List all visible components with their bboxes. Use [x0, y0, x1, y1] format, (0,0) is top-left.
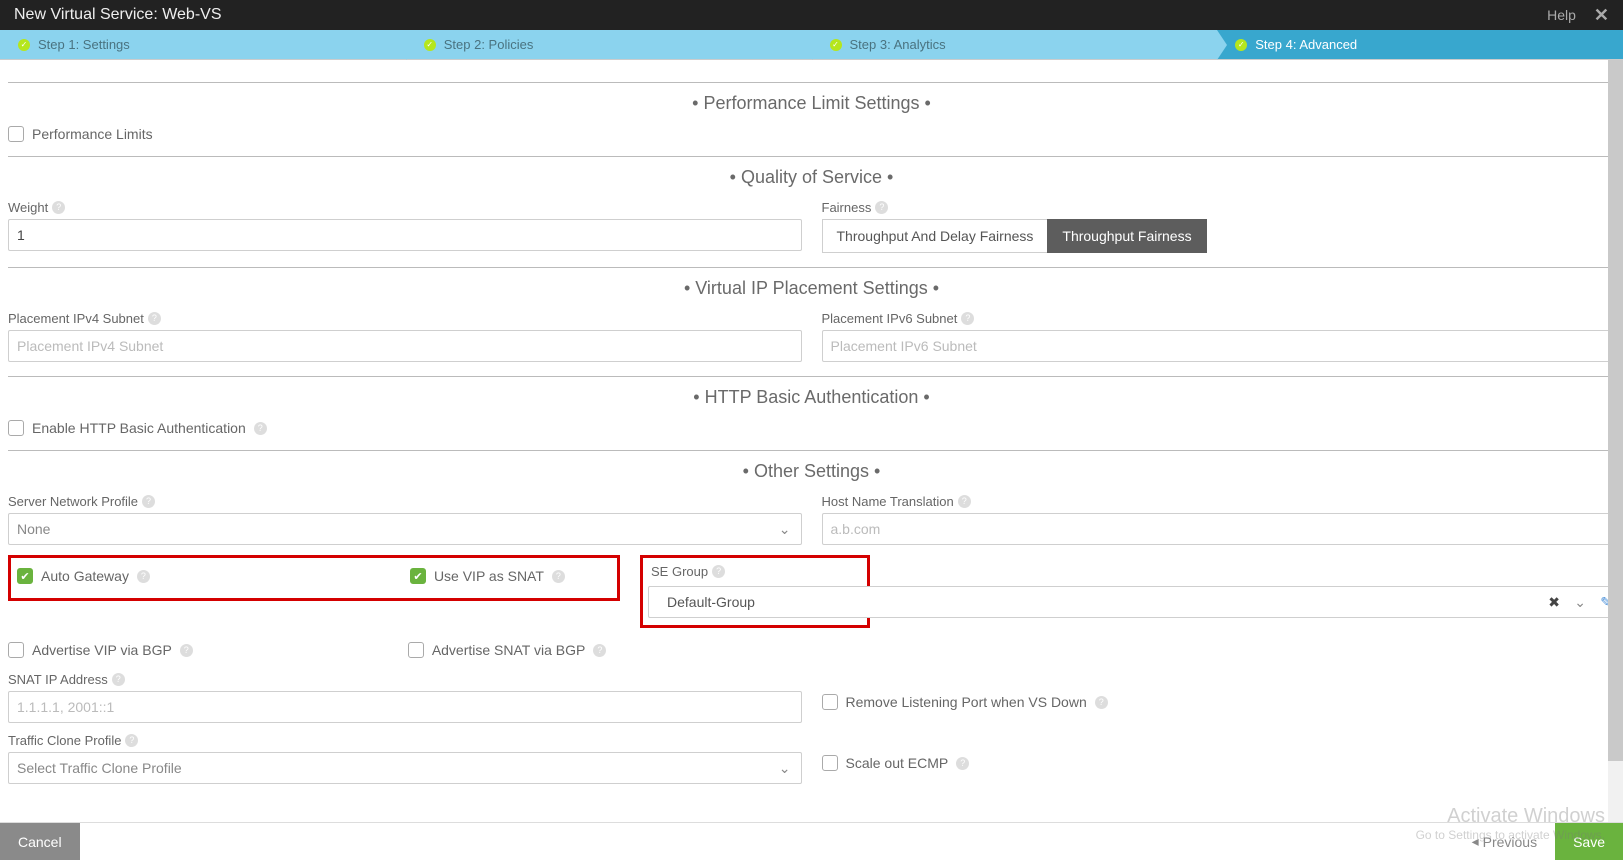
step-label: Step 2: Policies [444, 37, 534, 52]
step-3-analytics[interactable]: ✓ Step 3: Analytics [812, 30, 1218, 59]
step-1-settings[interactable]: ✓ Step 1: Settings [0, 30, 406, 59]
help-icon[interactable]: ? [112, 673, 125, 686]
fairness-throughput[interactable]: Throughput Fairness [1047, 219, 1206, 253]
close-icon[interactable]: ✕ [1594, 5, 1609, 26]
advertise-vip-bgp-checkbox[interactable] [8, 642, 24, 658]
auto-gateway-label: Auto Gateway [41, 568, 129, 584]
chevron-left-icon: ◂ [1472, 833, 1479, 850]
section-vip-placement: • Virtual IP Placement Settings • [8, 278, 1615, 299]
hostname-translation-label: Host Name Translation ? [822, 494, 1616, 509]
remove-listening-port-label: Remove Listening Port when VS Down [846, 694, 1087, 710]
help-icon[interactable]: ? [593, 644, 606, 657]
ipv6-subnet-input[interactable] [822, 330, 1616, 362]
http-auth-checkbox[interactable] [8, 420, 24, 436]
weight-input[interactable] [8, 219, 802, 251]
check-icon: ✓ [424, 39, 436, 51]
help-icon[interactable]: ? [137, 570, 150, 583]
help-icon[interactable]: ? [712, 565, 725, 578]
weight-label: Weight ? [8, 200, 802, 215]
step-4-advanced[interactable]: ✓ Step 4: Advanced [1217, 30, 1623, 59]
traffic-clone-label: Traffic Clone Profile ? [8, 733, 802, 748]
hostname-translation-input[interactable] [822, 513, 1616, 545]
help-icon[interactable]: ? [875, 201, 888, 214]
select-value: Default-Group [667, 594, 755, 610]
section-performance-limit: • Performance Limit Settings • [8, 93, 1615, 114]
help-icon[interactable]: ? [956, 757, 969, 770]
select-placeholder: Select Traffic Clone Profile [17, 760, 182, 776]
ipv4-subnet-label: Placement IPv4 Subnet ? [8, 311, 802, 326]
help-icon[interactable]: ? [254, 422, 267, 435]
performance-limits-checkbox[interactable] [8, 126, 24, 142]
check-icon: ✓ [18, 39, 30, 51]
check-icon: ✓ [1235, 39, 1247, 51]
advertise-snat-bgp-label: Advertise SNAT via BGP [432, 642, 586, 658]
server-network-profile-select[interactable]: None ⌄ [8, 513, 802, 545]
help-icon[interactable]: ? [148, 312, 161, 325]
scale-out-ecmp-label: Scale out ECMP [846, 755, 949, 771]
se-group-field: SE Group ? Default-Group ✖ ⌄ ✎ [640, 555, 1615, 628]
scrollbar-thumb[interactable] [1608, 60, 1623, 761]
help-icon[interactable]: ? [958, 495, 971, 508]
remove-listening-port-checkbox[interactable] [822, 694, 838, 710]
se-group-label: SE Group ? [651, 564, 859, 579]
step-label: Step 3: Analytics [850, 37, 946, 52]
section-qos: • Quality of Service • [8, 167, 1615, 188]
help-icon[interactable]: ? [1095, 696, 1108, 709]
step-label: Step 4: Advanced [1255, 37, 1357, 52]
section-other: • Other Settings • [8, 461, 1615, 482]
auto-gateway-checkbox[interactable] [17, 568, 33, 584]
traffic-clone-select[interactable]: Select Traffic Clone Profile ⌄ [8, 752, 802, 784]
fairness-label: Fairness ? [822, 200, 1616, 215]
snat-ip-input[interactable] [8, 691, 802, 723]
window-title: New Virtual Service: Web-VS [14, 6, 221, 24]
fairness-throughput-delay[interactable]: Throughput And Delay Fairness [822, 219, 1048, 253]
help-icon[interactable]: ? [142, 495, 155, 508]
previous-button[interactable]: ◂ Previous [1454, 823, 1556, 860]
performance-limits-label: Performance Limits [32, 126, 153, 142]
use-vip-snat-checkbox[interactable] [410, 568, 426, 584]
ipv4-subnet-input[interactable] [8, 330, 802, 362]
chevron-down-icon: ⌄ [779, 521, 791, 538]
scale-out-ecmp-checkbox[interactable] [822, 755, 838, 771]
fairness-toggle: Throughput And Delay Fairness Throughput… [822, 219, 1616, 253]
help-icon[interactable]: ? [552, 570, 565, 583]
cancel-button[interactable]: Cancel [0, 823, 80, 860]
save-button[interactable]: Save [1555, 823, 1623, 860]
use-vip-snat-label: Use VIP as SNAT [434, 568, 544, 584]
help-icon[interactable]: ? [180, 644, 193, 657]
select-value: None [17, 521, 50, 537]
check-icon: ✓ [830, 39, 842, 51]
highlight-auto-gateway-snat: Auto Gateway ? Use VIP as SNAT ? [8, 555, 620, 601]
title-bar: New Virtual Service: Web-VS Help ✕ [0, 0, 1623, 30]
step-2-policies[interactable]: ✓ Step 2: Policies [406, 30, 812, 59]
scrollbar[interactable] [1608, 60, 1623, 822]
chevron-down-icon: ⌄ [1574, 594, 1586, 611]
advertise-snat-bgp-checkbox[interactable] [408, 642, 424, 658]
snat-ip-label: SNAT IP Address ? [8, 672, 802, 687]
chevron-down-icon: ⌄ [779, 760, 791, 777]
wizard-steps: ✓ Step 1: Settings ✓ Step 2: Policies ✓ … [0, 30, 1623, 60]
form-content: • Performance Limit Settings • Performan… [0, 60, 1623, 822]
footer-bar: Cancel ◂ Previous Save [0, 822, 1623, 860]
help-link[interactable]: Help [1547, 7, 1576, 23]
step-label: Step 1: Settings [38, 37, 130, 52]
http-auth-label: Enable HTTP Basic Authentication [32, 420, 246, 436]
clear-icon[interactable]: ✖ [1548, 594, 1560, 611]
section-http-auth: • HTTP Basic Authentication • [8, 387, 1615, 408]
help-icon[interactable]: ? [961, 312, 974, 325]
ipv6-subnet-label: Placement IPv6 Subnet ? [822, 311, 1616, 326]
server-network-profile-label: Server Network Profile ? [8, 494, 802, 509]
help-icon[interactable]: ? [125, 734, 138, 747]
se-group-select[interactable]: Default-Group ✖ ⌄ ✎ [648, 586, 1623, 618]
advertise-vip-bgp-label: Advertise VIP via BGP [32, 642, 172, 658]
help-icon[interactable]: ? [52, 201, 65, 214]
